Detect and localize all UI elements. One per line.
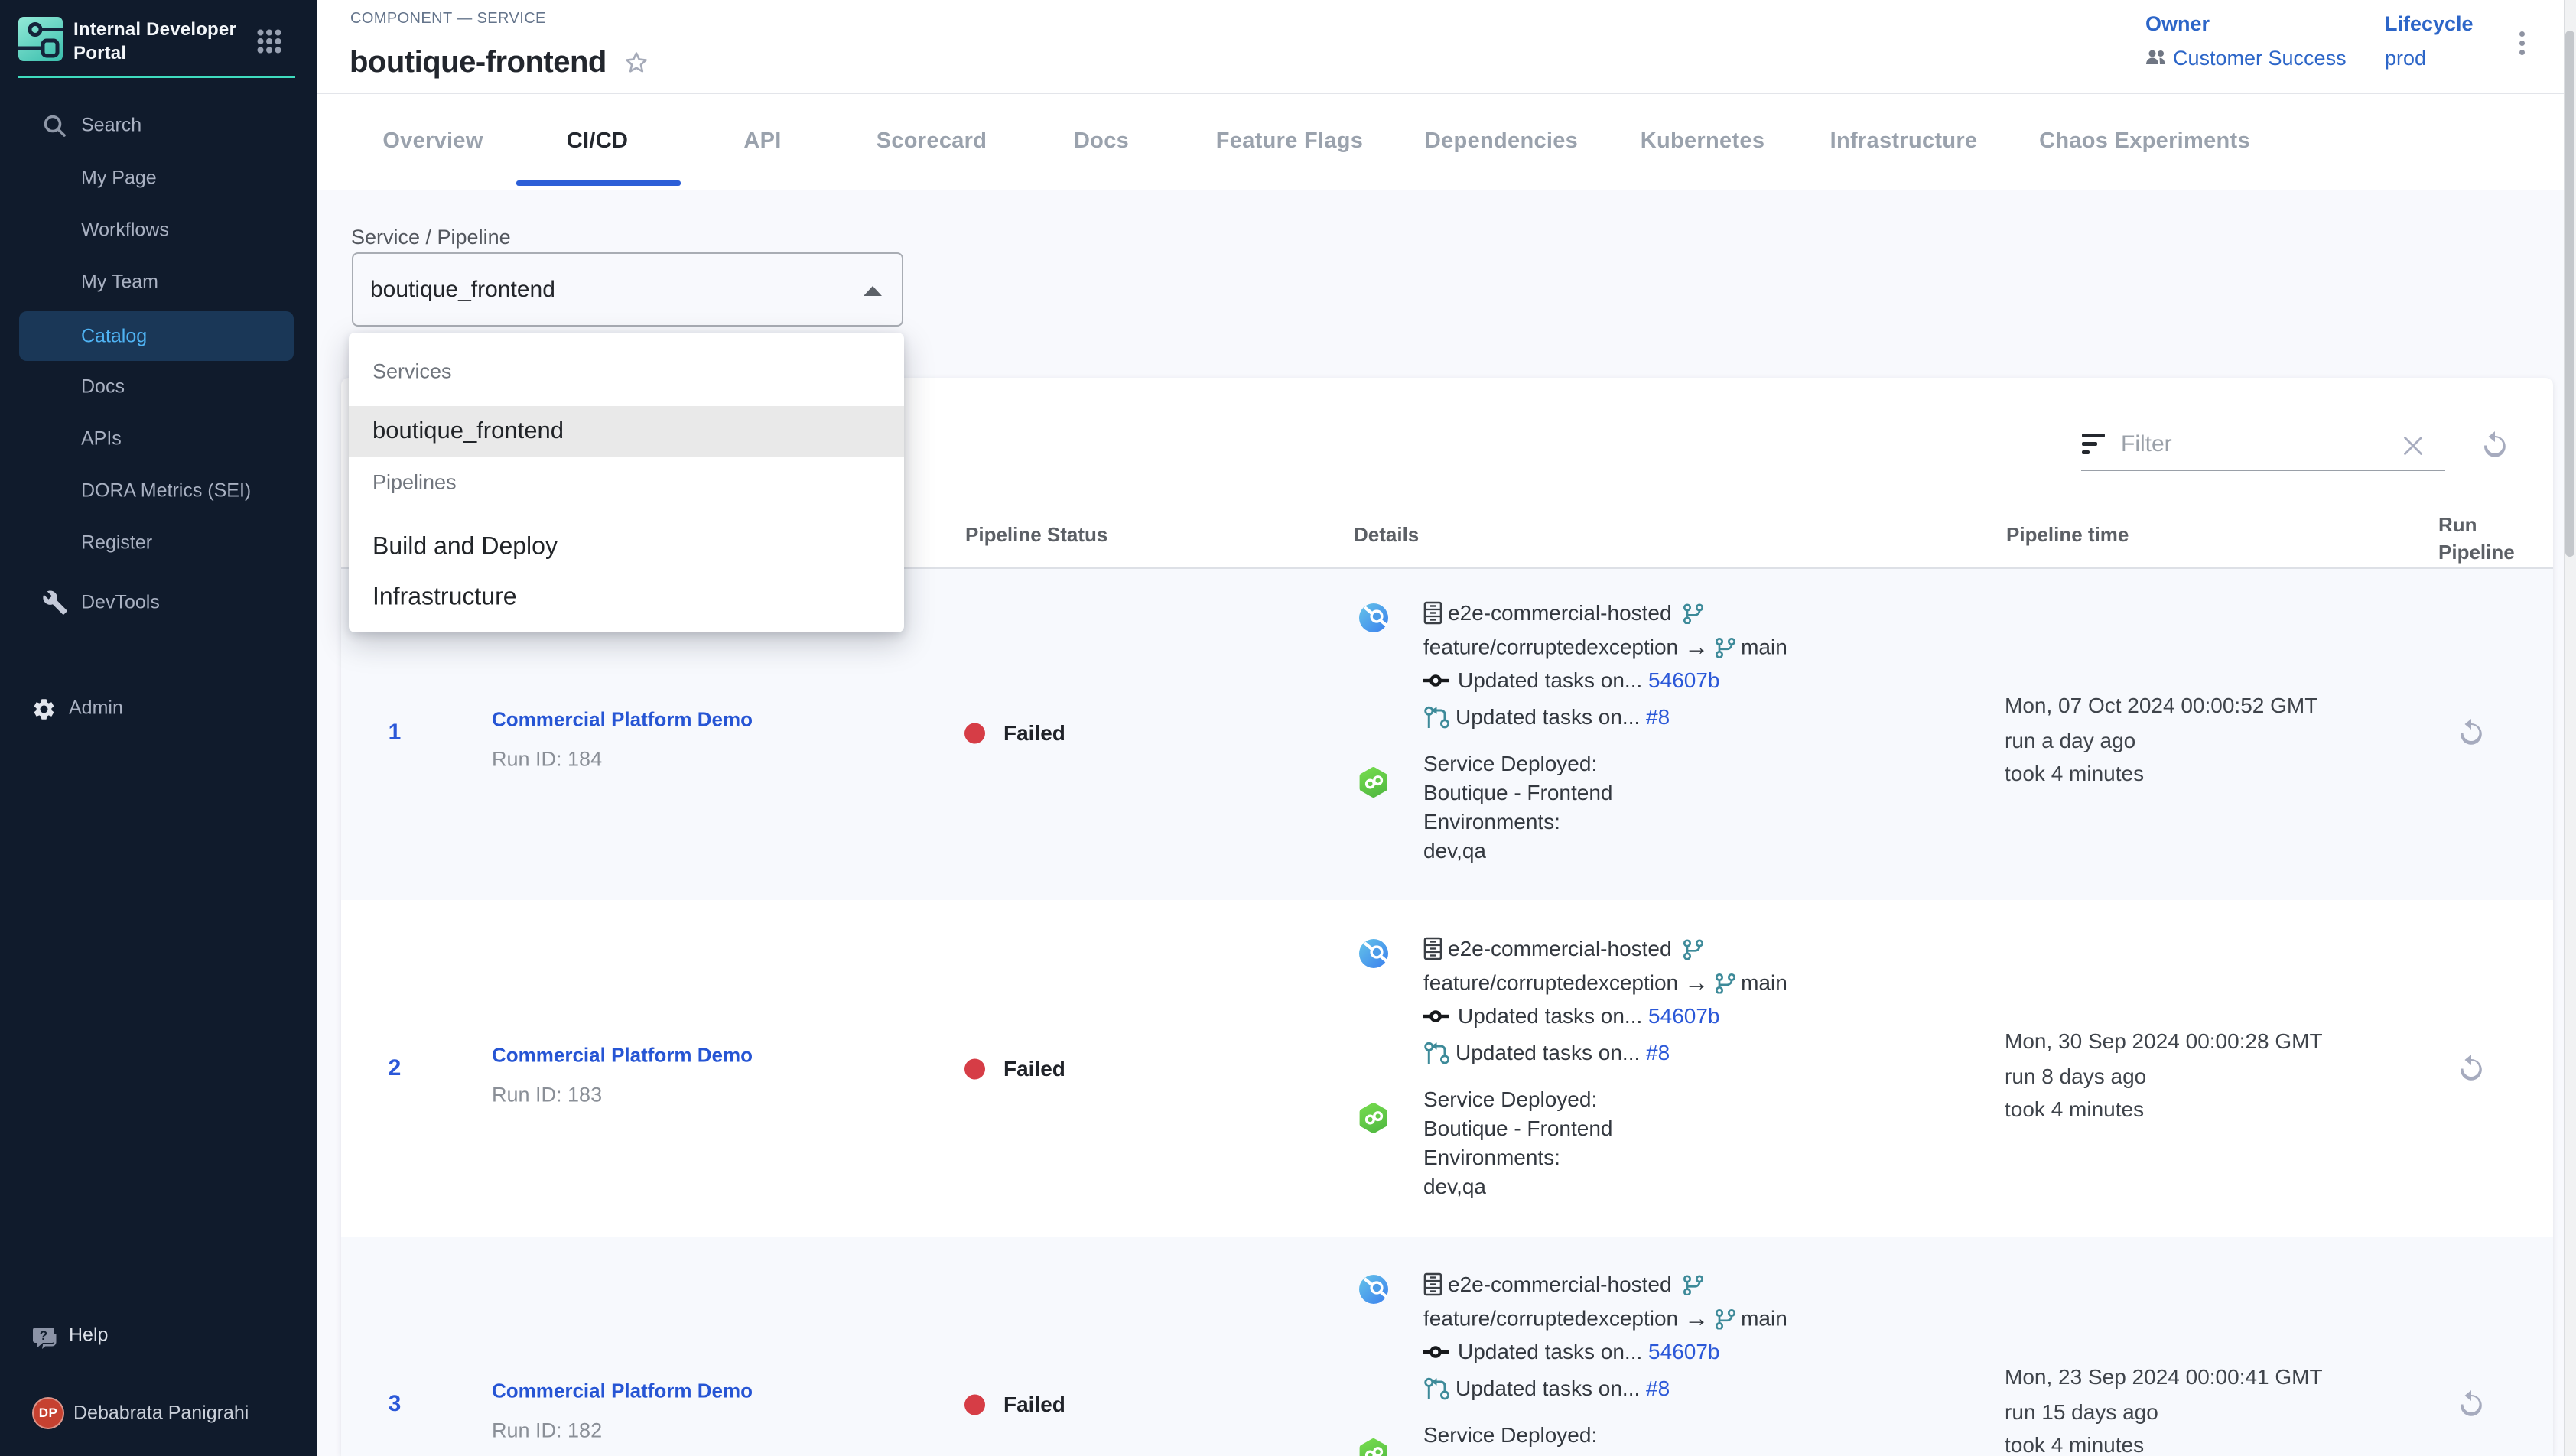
svg-text:?: ? <box>40 1328 47 1343</box>
